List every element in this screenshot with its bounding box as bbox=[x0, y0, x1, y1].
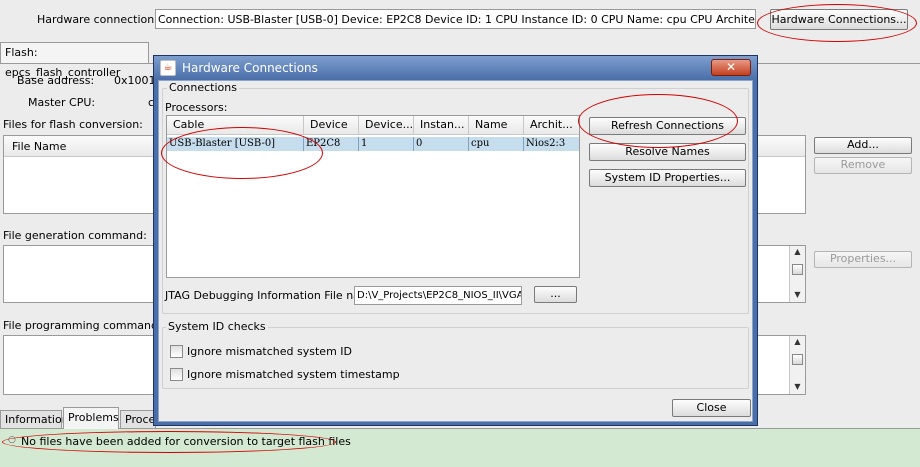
close-icon[interactable]: ✕ bbox=[711, 59, 751, 76]
processors-label: Processors: bbox=[165, 101, 228, 114]
dialog-body: Connections Processors: Cable Device Dev… bbox=[158, 80, 753, 422]
add-button[interactable]: Add... bbox=[814, 137, 912, 154]
col-device-id[interactable]: Device... bbox=[359, 116, 414, 134]
tab-problems[interactable]: Problems bbox=[63, 407, 119, 429]
scroll-up-icon[interactable]: ▲ bbox=[790, 337, 805, 347]
gen-cmd-scrollbar[interactable]: ▲ ▼ bbox=[789, 246, 805, 302]
scroll-down-icon[interactable]: ▼ bbox=[790, 290, 805, 300]
resolve-names-button[interactable]: Resolve Names bbox=[589, 143, 746, 161]
java-icon: ☕ bbox=[160, 60, 176, 76]
prog-cmd-label: File programming command: bbox=[3, 319, 162, 332]
scroll-thumb[interactable] bbox=[792, 354, 803, 365]
scroll-thumb[interactable] bbox=[792, 264, 803, 275]
files-section-label: Files for flash conversion: bbox=[3, 118, 143, 131]
base-address-label: Base address: bbox=[17, 74, 95, 87]
processors-table[interactable]: Cable Device Device... Instan... Name Ar… bbox=[166, 115, 580, 278]
tab-flash-controller[interactable]: Flash: epcs_flash_controller bbox=[0, 42, 149, 79]
hw-connection-summary-text: Connection: USB-Blaster [USB-0] Device: … bbox=[158, 13, 756, 26]
ignore-id-checkbox[interactable] bbox=[170, 345, 183, 358]
hw-connection-label: Hardware connection: bbox=[37, 13, 158, 26]
refresh-connections-button[interactable]: Refresh Connections bbox=[589, 117, 746, 135]
processors-table-header: Cable Device Device... Instan... Name Ar… bbox=[167, 116, 579, 135]
jtag-label: JTAG Debugging Information File name: bbox=[165, 289, 382, 302]
dialog-titlebar[interactable]: ☕ Hardware Connections ✕ bbox=[154, 56, 757, 80]
gen-cmd-label: File generation command: bbox=[3, 229, 147, 242]
status-message: No files have been added for conversion … bbox=[21, 435, 351, 448]
status-panel: ○ No files have been added for conversio… bbox=[0, 429, 920, 467]
ignore-id-label: Ignore mismatched system ID bbox=[187, 345, 352, 358]
col-device[interactable]: Device bbox=[304, 116, 359, 134]
prog-cmd-scrollbar[interactable]: ▲ ▼ bbox=[789, 336, 805, 394]
tab-information[interactable]: Information bbox=[0, 410, 69, 428]
browse-button[interactable]: ... bbox=[534, 286, 577, 303]
cell-name: cpu bbox=[469, 137, 524, 151]
col-cable[interactable]: Cable bbox=[167, 116, 304, 134]
jtag-file-input[interactable]: D:\V_Projects\EP2C8_NIOS_II\VGA bbox=[354, 286, 522, 305]
cell-device: EP2C8 bbox=[304, 137, 359, 151]
system-id-properties-button[interactable]: System ID Properties... bbox=[589, 169, 746, 187]
connections-group-title: Connections bbox=[167, 81, 239, 94]
cell-device-id: 1 bbox=[359, 137, 414, 151]
col-architecture[interactable]: Archit... bbox=[524, 116, 579, 134]
jtag-file-value: D:\V_Projects\EP2C8_NIOS_II\VGA bbox=[357, 290, 522, 301]
close-button[interactable]: Close bbox=[672, 399, 751, 417]
ignore-timestamp-checkbox[interactable] bbox=[170, 368, 183, 381]
scroll-up-icon[interactable]: ▲ bbox=[790, 247, 805, 257]
cell-architecture: Nios2:3 bbox=[526, 138, 566, 149]
scroll-down-icon[interactable]: ▼ bbox=[790, 382, 805, 392]
col-name[interactable]: Name bbox=[469, 116, 524, 134]
dialog-title: Hardware Connections bbox=[182, 61, 318, 75]
remove-button[interactable]: Remove bbox=[814, 157, 912, 174]
sysid-group-title: System ID checks bbox=[166, 320, 268, 333]
info-icon: ○ bbox=[8, 435, 16, 445]
tab-processes[interactable]: Proce bbox=[120, 410, 156, 428]
hardware-connections-dialog: ☕ Hardware Connections ✕ Connections Pro… bbox=[153, 55, 758, 426]
properties-button[interactable]: Properties... bbox=[814, 251, 912, 268]
ignore-timestamp-label: Ignore mismatched system timestamp bbox=[187, 368, 400, 381]
master-cpu-label: Master CPU: bbox=[28, 96, 96, 109]
col-instance[interactable]: Instan... bbox=[414, 116, 469, 134]
hardware-connections-button[interactable]: Hardware Connections... bbox=[770, 9, 908, 30]
hw-connection-summary: Connection: USB-Blaster [USB-0] Device: … bbox=[155, 9, 756, 29]
cell-instance: 0 bbox=[414, 137, 469, 151]
col-file-name[interactable]: File Name bbox=[12, 140, 66, 153]
table-row[interactable]: USB-Blaster [USB-0] EP2C8 1 0 cpu Nios2:… bbox=[167, 137, 579, 151]
cell-cable: USB-Blaster [USB-0] bbox=[167, 137, 304, 151]
